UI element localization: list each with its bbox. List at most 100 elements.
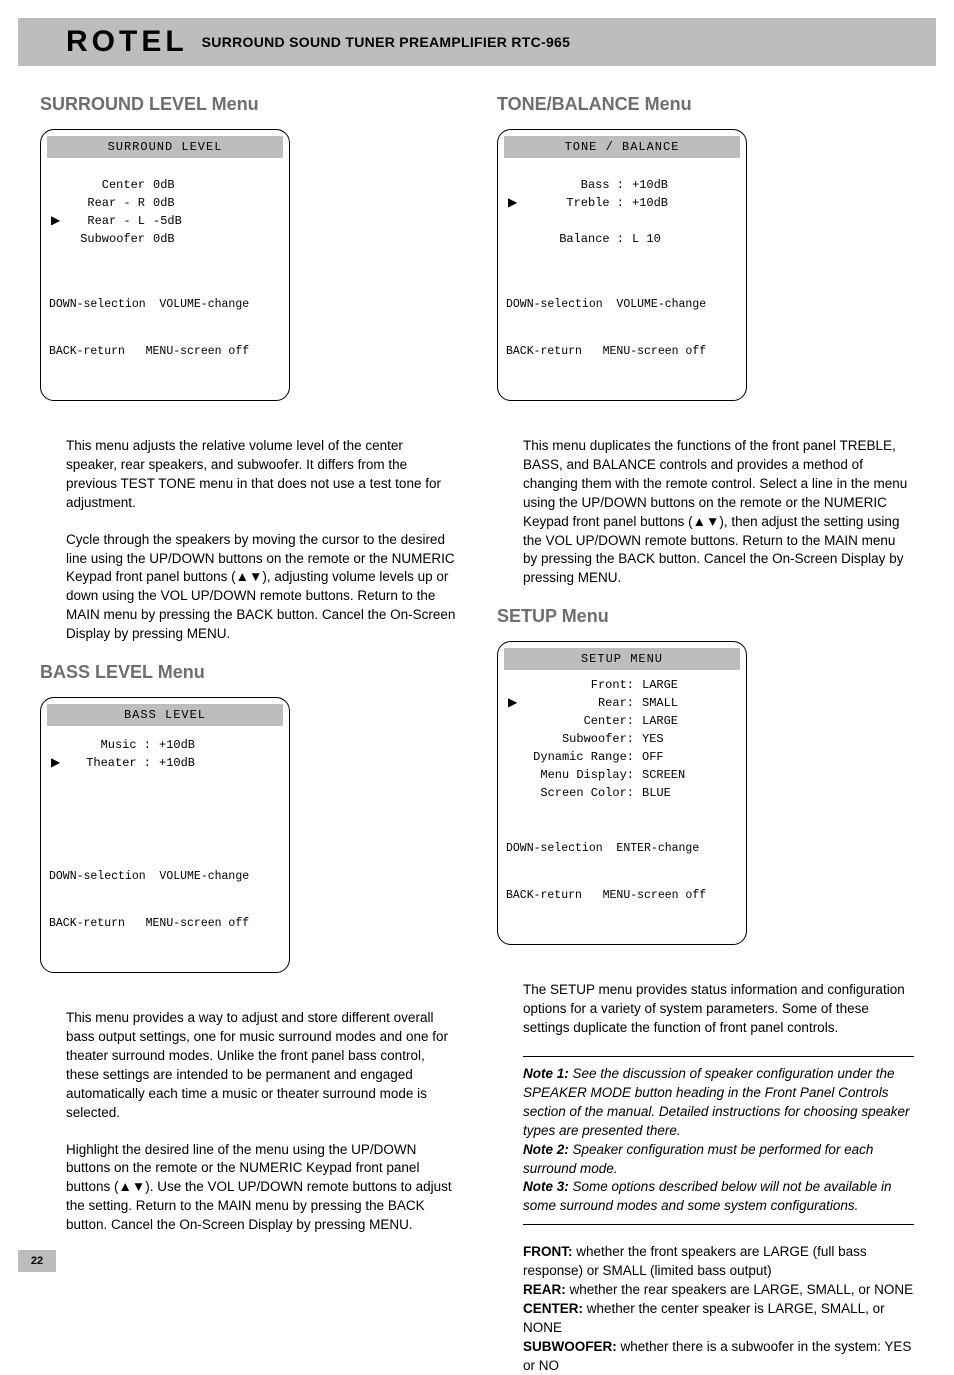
- cursor-icon: [508, 676, 524, 694]
- row-label: Center:: [524, 712, 634, 730]
- cursor-icon: [508, 712, 524, 730]
- cursor-icon: ▶: [508, 694, 524, 712]
- page-number: 22: [18, 1250, 56, 1272]
- def-label: REAR:: [523, 1282, 566, 1297]
- surround-level-menu: SURROUND LEVEL Center0dB Rear - R0dB ▶Re…: [40, 129, 290, 401]
- cursor-icon: [508, 766, 524, 784]
- content: SURROUND LEVEL Menu SURROUND LEVEL Cente…: [0, 66, 954, 1375]
- menu-row: Front:LARGE: [508, 676, 736, 694]
- hint-line: BACK-return MENU-screen off: [506, 344, 738, 360]
- body-text: This menu provides a way to adjust and s…: [66, 1009, 456, 1122]
- menu-row: Bass :+10dB: [508, 176, 736, 194]
- row-value: OFF: [634, 748, 664, 766]
- row-label: Center: [67, 176, 145, 194]
- right-column: TONE/BALANCE Menu TONE / BALANCE Bass :+…: [497, 94, 914, 1375]
- row-label: Subwoofer: [67, 230, 145, 248]
- menu-row: [508, 212, 736, 230]
- cursor-icon: [508, 748, 524, 766]
- row-value: 0dB: [145, 176, 175, 194]
- body-text: This menu duplicates the functions of th…: [523, 437, 913, 588]
- hint-line: BACK-return MENU-screen off: [506, 888, 738, 904]
- note-text: Speaker configuration must be performed …: [523, 1142, 873, 1176]
- hint-line: DOWN-selection VOLUME-change: [49, 297, 281, 313]
- tone-balance-heading: TONE/BALANCE Menu: [497, 94, 914, 115]
- menu-row: Menu Display:SCREEN: [508, 766, 736, 784]
- product-title: SURROUND SOUND TUNER PREAMPLIFIER RTC-96…: [202, 34, 571, 50]
- cursor-icon: [508, 176, 524, 194]
- bass-level-heading: BASS LEVEL Menu: [40, 662, 457, 683]
- note-label: Note 1:: [523, 1066, 569, 1081]
- note-label: Note 3:: [523, 1179, 569, 1194]
- row-label: Rear - L: [67, 212, 145, 230]
- cursor-icon: [51, 230, 67, 248]
- cursor-icon: [508, 212, 524, 230]
- menu-row: Balance :L 10: [508, 230, 736, 248]
- row-label: Treble :: [524, 194, 624, 212]
- notes-block: Note 1: See the discussion of speaker co…: [523, 1056, 914, 1225]
- body-text: Highlight the desired line of the menu u…: [66, 1141, 456, 1235]
- menu-row: Center:LARGE: [508, 712, 736, 730]
- row-label: Screen Color:: [524, 784, 634, 802]
- hint-line: DOWN-selection VOLUME-change: [506, 297, 738, 313]
- row-value: SCREEN: [634, 766, 685, 784]
- cursor-icon: ▶: [51, 212, 67, 230]
- row-label: [524, 212, 624, 230]
- def-label: CENTER:: [523, 1301, 583, 1316]
- row-value: [624, 212, 632, 230]
- hint-line: DOWN-selection VOLUME-change: [49, 869, 281, 885]
- row-label: Theater :: [67, 754, 151, 772]
- menu-title: TONE / BALANCE: [504, 136, 740, 158]
- row-value: YES: [634, 730, 664, 748]
- cursor-icon: [508, 730, 524, 748]
- def-text: whether the front speakers are LARGE (fu…: [523, 1244, 867, 1278]
- row-value: -5dB: [145, 212, 182, 230]
- body-text: Cycle through the speakers by moving the…: [66, 531, 456, 644]
- row-value: +10dB: [624, 194, 668, 212]
- def-label: SUBWOOFER:: [523, 1339, 617, 1354]
- cursor-icon: [51, 736, 67, 754]
- cursor-icon: ▶: [508, 194, 524, 212]
- menu-row: Dynamic Range:OFF: [508, 748, 736, 766]
- menu-row: ▶Theater :+10dB: [51, 754, 279, 772]
- row-value: 0dB: [145, 194, 175, 212]
- surround-level-heading: SURROUND LEVEL Menu: [40, 94, 457, 115]
- menu-row: ▶Rear - L-5dB: [51, 212, 279, 230]
- menu-row: Music :+10dB: [51, 736, 279, 754]
- hint-line: BACK-return MENU-screen off: [49, 344, 281, 360]
- brand-logo: ROTEL: [66, 25, 188, 59]
- row-label: Balance :: [524, 230, 624, 248]
- cursor-icon: [508, 230, 524, 248]
- def-text: whether the rear speakers are LARGE, SMA…: [566, 1282, 913, 1297]
- definitions: FRONT: whether the front speakers are LA…: [523, 1243, 914, 1375]
- setup-heading: SETUP Menu: [497, 606, 914, 627]
- cursor-icon: [51, 176, 67, 194]
- cursor-icon: [508, 784, 524, 802]
- note-text: See the discussion of speaker configurat…: [523, 1066, 909, 1138]
- setup-menu: SETUP MENU Front:LARGE ▶Rear:SMALL Cente…: [497, 641, 747, 945]
- menu-row: ▶Treble :+10dB: [508, 194, 736, 212]
- body-text: This menu adjusts the relative volume le…: [66, 437, 456, 513]
- hint-line: BACK-return MENU-screen off: [49, 916, 281, 932]
- menu-hints: DOWN-selection VOLUME-change BACK-return…: [41, 832, 289, 964]
- header-bar: ROTEL SURROUND SOUND TUNER PREAMPLIFIER …: [18, 18, 936, 66]
- body-text: The SETUP menu provides status informati…: [523, 981, 913, 1038]
- menu-hints: DOWN-selection VOLUME-change BACK-return…: [498, 260, 746, 392]
- row-label: Subwoofer:: [524, 730, 634, 748]
- menu-row: ▶Rear:SMALL: [508, 694, 736, 712]
- row-value: +10dB: [151, 736, 195, 754]
- menu-row: Screen Color:BLUE: [508, 784, 736, 802]
- menu-hints: DOWN-selection ENTER-change BACK-return …: [498, 804, 746, 936]
- menu-row: Subwoofer0dB: [51, 230, 279, 248]
- cursor-icon: ▶: [51, 754, 67, 772]
- row-value: L 10: [624, 230, 661, 248]
- row-label: Front:: [524, 676, 634, 694]
- row-value: +10dB: [624, 176, 668, 194]
- note-text: Some options described below will not be…: [523, 1179, 891, 1213]
- menu-row: Center0dB: [51, 176, 279, 194]
- row-label: Menu Display:: [524, 766, 634, 784]
- row-value: +10dB: [151, 754, 195, 772]
- menu-title: SETUP MENU: [504, 648, 740, 670]
- menu-title: SURROUND LEVEL: [47, 136, 283, 158]
- menu-hints: DOWN-selection VOLUME-change BACK-return…: [41, 260, 289, 392]
- row-value: BLUE: [634, 784, 671, 802]
